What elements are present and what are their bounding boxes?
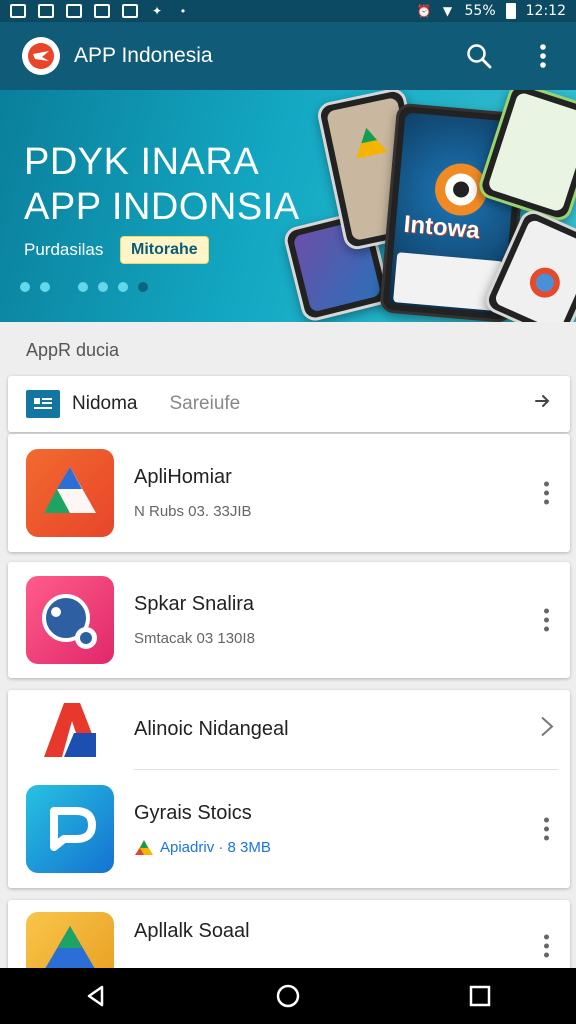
app-card[interactable]: Spkar Snalira Smtacak 03 130I8 [8,562,570,678]
app-meta: Apiadriv · 8 3MB [134,839,271,857]
recents-icon[interactable] [460,976,500,1016]
hero-chip[interactable]: Mitorahe [120,236,209,264]
list-item[interactable]: Alinoic Nidangeal [8,690,570,768]
carousel-dots[interactable] [20,282,148,292]
app-card[interactable]: ApliHomiar N Rubs 03. 33JIB [8,434,570,552]
notification-icon [10,4,26,18]
alarm-icon: ⏰ [416,4,432,18]
carousel-dot[interactable] [98,282,108,292]
list-item[interactable]: ApliHomiar N Rubs 03. 33JIB [8,434,570,552]
carousel-dot[interactable] [40,282,50,292]
battery-icon [505,3,516,19]
more-vert-icon[interactable] [534,934,558,958]
home-icon[interactable] [268,976,308,1016]
more-vert-icon[interactable] [528,41,558,71]
app-card[interactable]: Alinoic Nidangeal Gyrais Stoics Apiadriv… [8,690,570,888]
notification-icon [94,4,110,18]
notification-icons: ✦ • [10,4,190,18]
hero-title-line1: PDYK INARA [24,141,260,183]
navigation-bar [0,968,576,1024]
colorful-logo-icon [135,839,153,855]
hero-title: PDYK INARA APP INDONSIA [24,140,300,230]
status-bar: ✦ • ⏰ ▼ 55% 12:12 [0,0,576,22]
section-label: AppR ducia [26,340,120,360]
app-meta: N Rubs 03. 33JIB [134,503,252,520]
app-name: ApliHomiar [134,466,232,488]
app-meta: Smtacak 03 130I8 [134,630,255,647]
more-vert-icon[interactable] [534,608,558,632]
hero-banner[interactable]: PDYK INARA APP INDONSIA Purdasilas Mitor… [0,90,576,322]
phone-text: Intowa [402,210,481,245]
logo-icon [22,37,60,75]
drive-like-icon [26,449,114,537]
notification-icon [122,4,138,18]
carousel-dot[interactable] [78,282,88,292]
arrow-right-icon[interactable] [532,391,552,417]
app-bar: APP Indonesia [0,22,576,90]
notification-icon [66,4,82,18]
carousel-dot-active[interactable] [138,282,148,292]
app-name: Gyrais Stoics [134,801,252,824]
tab-primary[interactable]: Nidoma [72,393,137,415]
sparkle-icon: ✦ [151,4,163,18]
p-logo-icon [26,785,114,873]
signal-icon: ▼ [442,4,453,18]
app-name: Spkar Snalira [134,593,255,615]
list-item[interactable]: Gyrais Stoics Apiadriv · 8 3MB [8,770,570,888]
dot-icon: • [180,4,186,18]
chevron-right-icon[interactable] [540,714,554,745]
app-title: APP Indonesia [74,44,213,67]
list-icon [26,390,60,418]
hero-subtitle: Purdasilas [24,240,104,259]
alpha-logo-icon [34,697,106,761]
clock: 12:12 [525,3,566,19]
more-vert-icon[interactable] [534,817,558,841]
more-vert-icon[interactable] [534,481,558,505]
app-name: Alinoic Nidangeal [134,717,289,740]
carousel-dot[interactable] [20,282,30,292]
app-meta-text: Apiadriv · 8 3MB [160,839,271,856]
list-item[interactable]: Spkar Snalira Smtacak 03 130I8 [8,562,570,678]
app-name: Apllalk Soaal [134,920,250,942]
tab-secondary[interactable]: Sareiufe [169,393,240,415]
back-icon[interactable] [76,976,116,1016]
chat-bubble-icon [26,576,114,664]
search-icon[interactable] [464,41,494,71]
notification-icon [38,4,54,18]
hero-title-line2: APP INDONSIA [24,186,300,228]
carousel-dot[interactable] [118,282,128,292]
battery-percent: 55% [464,3,496,19]
category-tabs: Nidoma Sareiufe [8,376,570,432]
